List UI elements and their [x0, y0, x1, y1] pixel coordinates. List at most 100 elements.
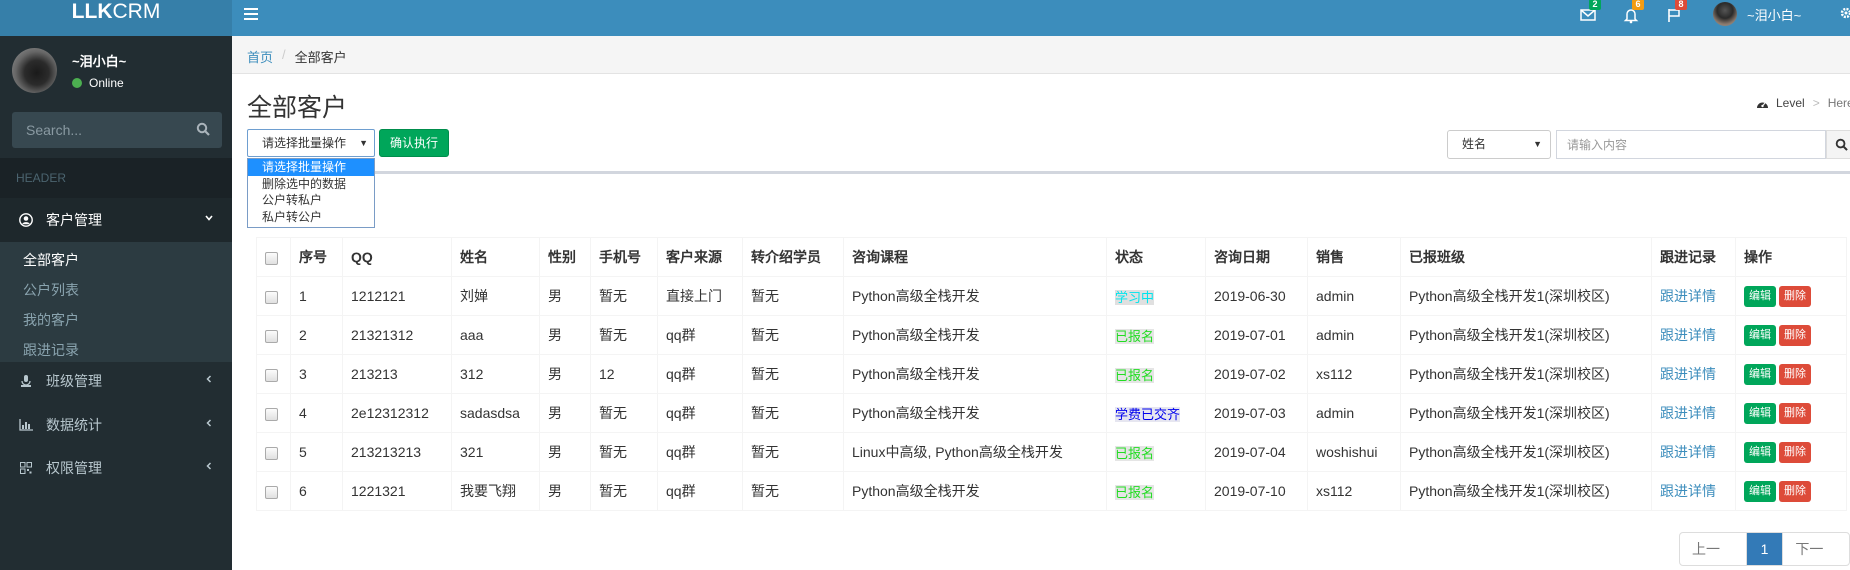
table-row: 6 1221321 我要飞翔 男 暂无 qq群 暂无 Python高级全栈开发 …	[256, 471, 1847, 511]
cell-status: 已报名	[1106, 471, 1206, 511]
cell-phone: 暂无	[590, 432, 658, 472]
cell-sales: admin	[1307, 276, 1401, 316]
sidebar-menu-permissions[interactable]: 权限管理	[0, 446, 232, 490]
delete-button[interactable]: 删除	[1779, 441, 1811, 463]
delete-button[interactable]: 删除	[1779, 324, 1811, 346]
cell-sales: admin	[1307, 315, 1401, 355]
user-panel: ~泪小白~ Online	[0, 36, 232, 106]
cell-gender: 男	[539, 276, 591, 316]
delete-button[interactable]: 删除	[1779, 402, 1811, 424]
main-header: LLKCRM 2 6 8 ~泪小白~	[0, 0, 1850, 36]
row-checkbox[interactable]	[265, 329, 278, 343]
row-select-cell	[256, 354, 291, 394]
search-button[interactable]	[1826, 130, 1850, 159]
table-row: 4 2e12312312 sadasdsa 男 暂无 qq群 暂无 Python…	[256, 393, 1847, 433]
follow-detail-link[interactable]: 跟进详情	[1660, 288, 1716, 304]
follow-detail-link[interactable]: 跟进详情	[1660, 327, 1716, 343]
cell-actions: 编辑 删除	[1735, 315, 1847, 355]
cell-name: sadasdsa	[451, 393, 540, 433]
cell-follow: 跟进详情	[1651, 393, 1736, 433]
cell-name: aaa	[451, 315, 540, 355]
edit-button[interactable]: 编辑	[1744, 480, 1776, 502]
cell-course: Python高级全栈开发	[843, 354, 1107, 394]
delete-button[interactable]: 删除	[1779, 285, 1811, 307]
table-row: 1 1212121 刘婵 男 暂无 直接上门 暂无 Python高级全栈开发 学…	[256, 276, 1847, 316]
row-select-cell	[256, 393, 291, 433]
select-all-checkbox[interactable]	[265, 251, 278, 265]
row-checkbox[interactable]	[265, 368, 278, 382]
tasks-button[interactable]: 8	[1663, 0, 1687, 27]
bulk-action-select[interactable]: 请选择批量操作 ▼	[247, 129, 375, 157]
cell-follow: 跟进详情	[1651, 276, 1736, 316]
follow-detail-link[interactable]: 跟进详情	[1660, 483, 1716, 499]
column-header: 操作	[1735, 237, 1847, 277]
control-sidebar-button[interactable]	[1840, 6, 1850, 22]
notifications-badge: 6	[1632, 0, 1644, 10]
edit-button[interactable]: 编辑	[1744, 285, 1776, 307]
bulk-option[interactable]: 删除选中的数据	[248, 176, 374, 193]
edit-button[interactable]: 编辑	[1744, 441, 1776, 463]
level-link[interactable]: Level	[1776, 96, 1805, 110]
edit-button[interactable]: 编辑	[1744, 324, 1776, 346]
messages-button[interactable]: 2	[1577, 0, 1601, 27]
logo[interactable]: LLKCRM	[0, 0, 232, 36]
user-avatar	[1713, 2, 1737, 26]
delete-button[interactable]: 删除	[1779, 363, 1811, 385]
sidebar-toggle-button[interactable]	[244, 4, 264, 24]
next-page-button[interactable]: 下一页	[1783, 533, 1849, 565]
cell-status: 已报名	[1106, 354, 1206, 394]
execute-button[interactable]: 确认执行	[379, 129, 449, 157]
sidebar-avatar	[12, 48, 57, 93]
cell-gender: 男	[539, 393, 591, 433]
sidebar-menu-customer[interactable]: 客户管理	[0, 198, 232, 242]
sidebar-menu-statistics[interactable]: 数据统计	[0, 403, 232, 447]
follow-detail-link[interactable]: 跟进详情	[1660, 444, 1716, 460]
notifications-button[interactable]: 6	[1620, 0, 1644, 27]
search-field-select[interactable]: 姓名 ▼	[1447, 130, 1551, 159]
status-badge: 已报名	[1115, 445, 1155, 461]
cell-follow: 跟进详情	[1651, 432, 1736, 472]
row-checkbox[interactable]	[265, 407, 278, 421]
sidebar-search-input[interactable]	[12, 112, 192, 148]
chevron-left-icon	[204, 417, 214, 431]
sidebar-item-my-customers[interactable]: 我的客户	[23, 310, 79, 330]
page-1-button[interactable]: 1	[1746, 533, 1784, 565]
cell-qq: 1221321	[342, 471, 452, 511]
row-checkbox[interactable]	[265, 446, 278, 460]
follow-detail-link[interactable]: 跟进详情	[1660, 405, 1716, 421]
cell-referrer: 暂无	[742, 354, 844, 394]
sidebar-item-follow-records[interactable]: 跟进记录	[23, 340, 79, 360]
column-header: 手机号	[590, 237, 658, 277]
cell-actions: 编辑 删除	[1735, 354, 1847, 394]
column-header: 性别	[539, 237, 591, 277]
user-menu[interactable]: ~泪小白~	[1713, 0, 1801, 28]
cell-source: 直接上门	[657, 276, 743, 316]
cell-course: Python高级全栈开发	[843, 315, 1107, 355]
column-header: 序号	[290, 237, 343, 277]
sidebar-search-button[interactable]	[196, 122, 212, 138]
bulk-option[interactable]: 请选择批量操作	[248, 159, 374, 176]
column-header: 已报班级	[1400, 237, 1652, 277]
search-input[interactable]	[1556, 130, 1826, 159]
row-checkbox[interactable]	[265, 485, 278, 499]
bulk-option[interactable]: 私户转公户	[248, 209, 374, 226]
sidebar-item-public-customers[interactable]: 公户列表	[23, 280, 79, 300]
row-checkbox[interactable]	[265, 290, 278, 304]
edit-button[interactable]: 编辑	[1744, 402, 1776, 424]
bulk-option[interactable]: 公户转私户	[248, 192, 374, 209]
cell-date: 2019-07-02	[1205, 354, 1308, 394]
sidebar-item-all-customers[interactable]: 全部客户	[23, 250, 79, 270]
delete-button[interactable]: 删除	[1779, 480, 1811, 502]
podcast-icon	[18, 373, 34, 389]
prev-page-button[interactable]: 上一页	[1680, 533, 1747, 565]
follow-detail-link[interactable]: 跟进详情	[1660, 366, 1716, 382]
status-badge: 学费已交齐	[1115, 406, 1181, 422]
column-header: 跟进记录	[1651, 237, 1736, 277]
cell-name: 刘婵	[451, 276, 540, 316]
breadcrumb-home-link[interactable]: 首页	[247, 47, 273, 66]
sidebar-menu-class[interactable]: 班级管理	[0, 359, 232, 403]
cell-status: 学费已交齐	[1106, 393, 1206, 433]
cell-status: 已报名	[1106, 432, 1206, 472]
edit-button[interactable]: 编辑	[1744, 363, 1776, 385]
search-icon	[1835, 138, 1848, 151]
